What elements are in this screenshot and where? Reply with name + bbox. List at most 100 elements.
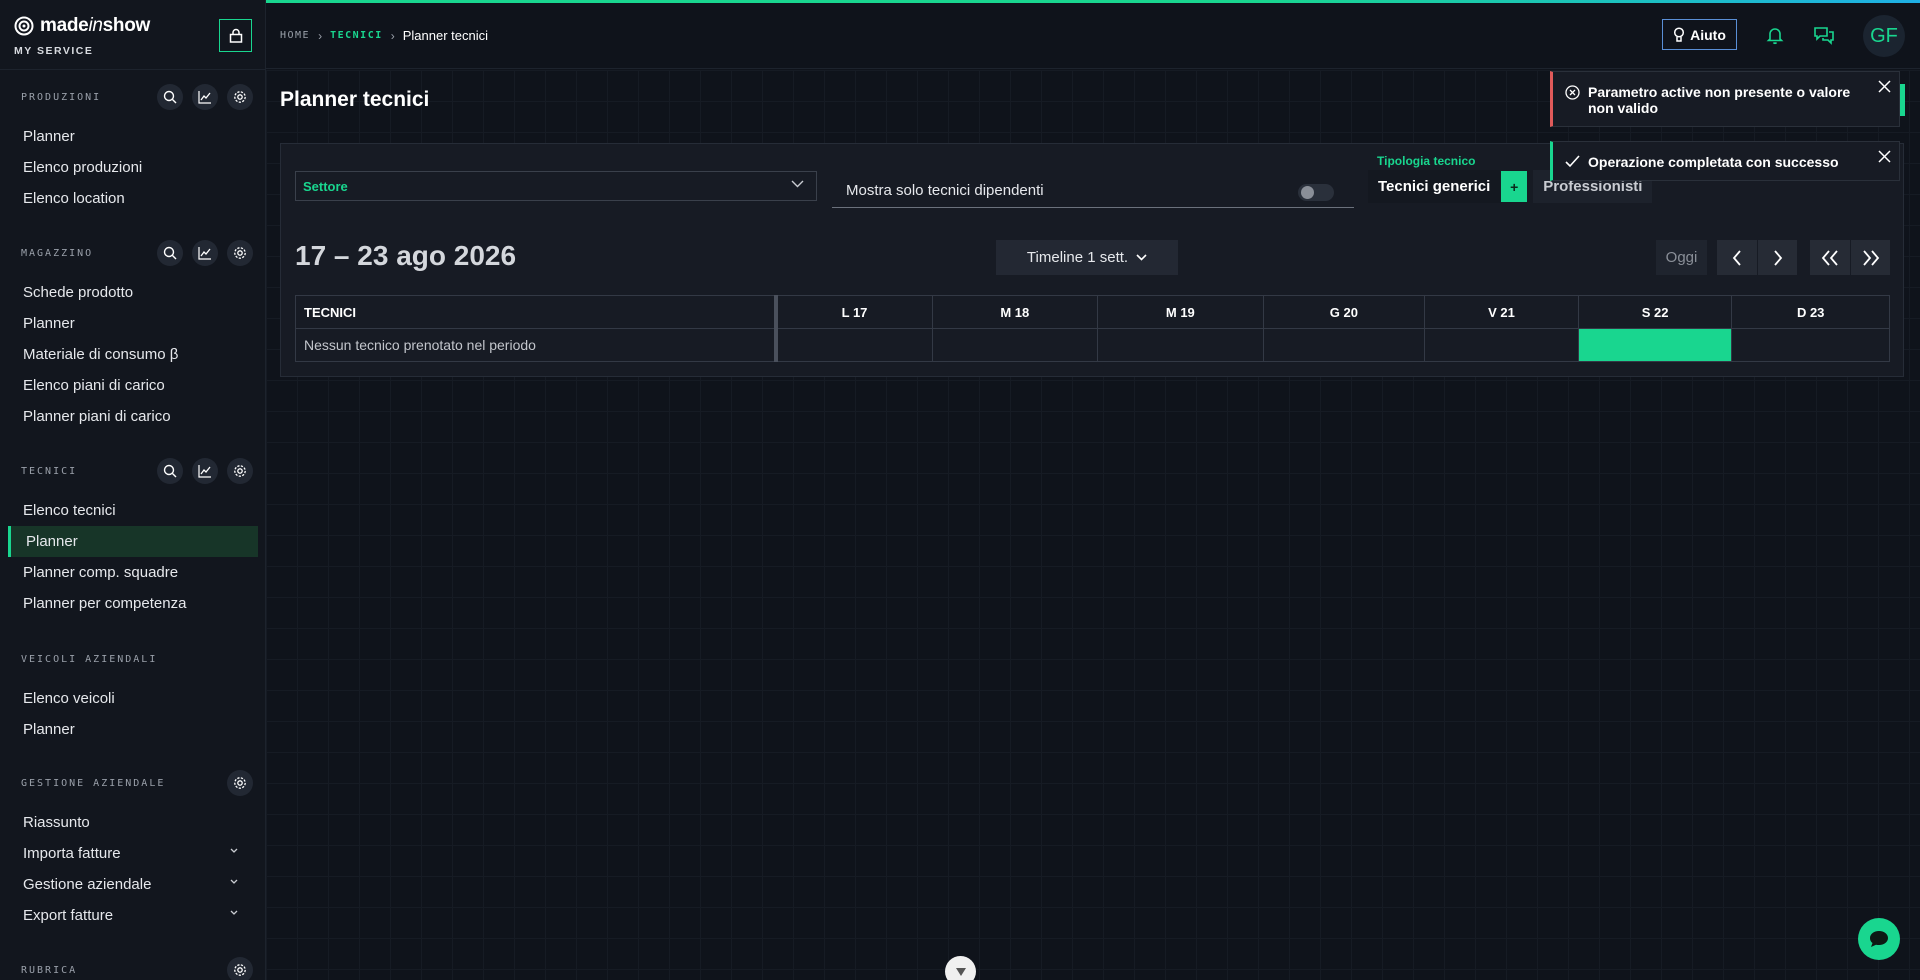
check-icon [1565, 155, 1580, 168]
month-nav [1810, 240, 1890, 275]
day-header[interactable]: M 19 [1097, 295, 1264, 329]
timeline-view-dropdown[interactable]: Timeline 1 sett. [996, 240, 1178, 275]
breadcrumb-separator-icon: › [390, 28, 395, 43]
double-chevron-left-icon [1821, 249, 1838, 266]
today-button[interactable]: Oggi [1656, 240, 1707, 275]
day-cell[interactable] [931, 328, 1099, 362]
main-content: Planner tecnici Settore Mostra solo tecn… [266, 70, 1920, 980]
nav-label: Gestione aziendale [23, 876, 152, 893]
dipendenti-toggle-field[interactable]: Mostra solo tecnici dipendenti [832, 174, 1354, 208]
sidebar-item-planner-comp-squadre[interactable]: Planner comp. squadre [0, 557, 266, 588]
sidebar-item-elenco-piani-carico[interactable]: Elenco piani di carico [0, 370, 266, 401]
sidebar-item-schede-prodotto[interactable]: Schede prodotto [0, 277, 266, 308]
sidebar-item-export-fatture[interactable]: Export fatture [0, 900, 266, 931]
sidebar-item-planner[interactable]: Planner [0, 308, 266, 339]
breadcrumb-tecnici[interactable]: TECNICI [330, 30, 383, 41]
sidebar-item-gestione-aziendale[interactable]: Gestione aziendale [0, 869, 266, 900]
chevron-right-icon [1773, 249, 1782, 266]
day-cell[interactable] [1097, 328, 1264, 362]
close-icon[interactable] [1878, 150, 1891, 163]
help-button[interactable]: Aiuto [1662, 19, 1737, 50]
breadcrumb-home[interactable]: HOME [280, 30, 310, 41]
gear-icon[interactable] [227, 770, 253, 796]
date-range-title: 17 – 23 ago 2026 [295, 240, 517, 271]
plus-icon[interactable]: + [1501, 171, 1528, 202]
day-cell[interactable] [1731, 328, 1890, 362]
sidebar-section-gestione: GESTIONE AZIENDALE Riassunto Importa fat… [0, 766, 266, 931]
search-icon[interactable] [157, 240, 183, 266]
top-header: HOME › TECNICI › Planner tecnici Aiuto G… [266, 3, 1920, 69]
day-cell-highlighted[interactable] [1577, 328, 1733, 362]
error-toast: Parametro active non presente o valore n… [1550, 71, 1900, 127]
sidebar-item-riassunto[interactable]: Riassunto [0, 807, 266, 838]
sidebar-item-elenco-veicoli[interactable]: Elenco veicoli [0, 683, 266, 714]
day-header[interactable]: G 20 [1262, 295, 1426, 329]
brand[interactable]: madeinshow MY SERVICE [14, 15, 150, 57]
gear-icon[interactable] [227, 84, 253, 110]
sidebar-section-rubrica: RUBRICA [0, 953, 266, 980]
dipendenti-toggle[interactable] [1298, 184, 1334, 201]
day-header[interactable]: V 21 [1424, 295, 1579, 329]
tipologia-label: Tipologia tecnico [1377, 154, 1476, 168]
sidebar-item-importa-fatture[interactable]: Importa fatture [0, 838, 266, 869]
sidebar: madeinshow MY SERVICE PRODUZIONI Planner… [0, 0, 266, 980]
chat-icon[interactable] [1813, 25, 1835, 45]
gear-icon[interactable] [227, 458, 253, 484]
error-toast-message: Parametro active non presente o valore n… [1588, 84, 1851, 116]
support-chat-button[interactable] [1858, 918, 1900, 960]
section-title: PRODUZIONI [21, 91, 102, 103]
day-header[interactable]: L 17 [775, 295, 933, 329]
settore-label: Settore [303, 178, 348, 194]
day-header[interactable]: S 22 [1577, 295, 1733, 329]
trend-chart-icon[interactable] [192, 84, 218, 110]
gear-icon[interactable] [227, 240, 253, 266]
brand-name: madeinshow [40, 15, 150, 36]
page-title: Planner tecnici [280, 88, 430, 111]
day-cell[interactable] [775, 328, 933, 362]
close-icon[interactable] [1878, 80, 1891, 93]
next-month-button[interactable] [1850, 240, 1890, 275]
trend-chart-icon[interactable] [192, 240, 218, 266]
sidebar-item-elenco-tecnici[interactable]: Elenco tecnici [0, 495, 266, 526]
settore-select[interactable]: Settore [295, 171, 817, 201]
avatar[interactable]: GF [1863, 15, 1905, 57]
bell-icon[interactable] [1765, 25, 1785, 45]
day-cell[interactable] [1262, 328, 1426, 362]
day-cell[interactable] [1424, 328, 1579, 362]
error-circle-icon [1565, 85, 1580, 100]
sidebar-divider [0, 69, 266, 70]
gear-icon[interactable] [227, 957, 253, 980]
next-week-button[interactable] [1757, 240, 1797, 275]
sidebar-item-elenco-produzioni[interactable]: Elenco produzioni [0, 152, 266, 183]
day-header[interactable]: M 18 [931, 295, 1099, 329]
prev-week-button[interactable] [1717, 240, 1757, 275]
toast-stack-accent [1900, 84, 1905, 116]
table-row: Nessun tecnico prenotato nel periodo [295, 328, 1890, 362]
search-icon[interactable] [157, 458, 183, 484]
chevron-down-icon [230, 910, 238, 915]
search-icon[interactable] [157, 84, 183, 110]
brand-logo-icon [14, 16, 34, 36]
success-toast: Operazione completata con successo [1550, 141, 1900, 181]
sidebar-item-elenco-location[interactable]: Elenco location [0, 183, 266, 214]
breadcrumb: HOME › TECNICI › Planner tecnici [280, 28, 488, 43]
sidebar-item-planner[interactable]: Planner [0, 714, 266, 745]
trend-chart-icon[interactable] [192, 458, 218, 484]
chevron-down-icon [1136, 254, 1147, 261]
double-chevron-right-icon [1862, 249, 1879, 266]
nav-label: Importa fatture [23, 845, 121, 862]
chevron-down-icon [230, 848, 238, 853]
lock-sidebar-button[interactable] [219, 19, 252, 52]
sidebar-section-veicoli: VEICOLI AZIENDALI Elenco veicoli Planner [0, 642, 266, 745]
sidebar-item-materiale-consumo[interactable]: Materiale di consumo β [0, 339, 266, 370]
sidebar-item-planner[interactable]: Planner [0, 121, 266, 152]
sidebar-item-planner-active[interactable]: Planner [8, 526, 258, 557]
tipologia-generici-option[interactable]: Tecnici generici [1368, 170, 1501, 203]
prev-month-button[interactable] [1810, 240, 1850, 275]
scroll-down-button[interactable] [945, 956, 976, 980]
sidebar-item-planner-piani-carico[interactable]: Planner piani di carico [0, 401, 266, 432]
day-header[interactable]: D 23 [1731, 295, 1890, 329]
help-label: Aiuto [1690, 26, 1726, 43]
sidebar-item-planner-competenza[interactable]: Planner per competenza [0, 588, 266, 619]
section-title: MAGAZZINO [21, 247, 94, 259]
